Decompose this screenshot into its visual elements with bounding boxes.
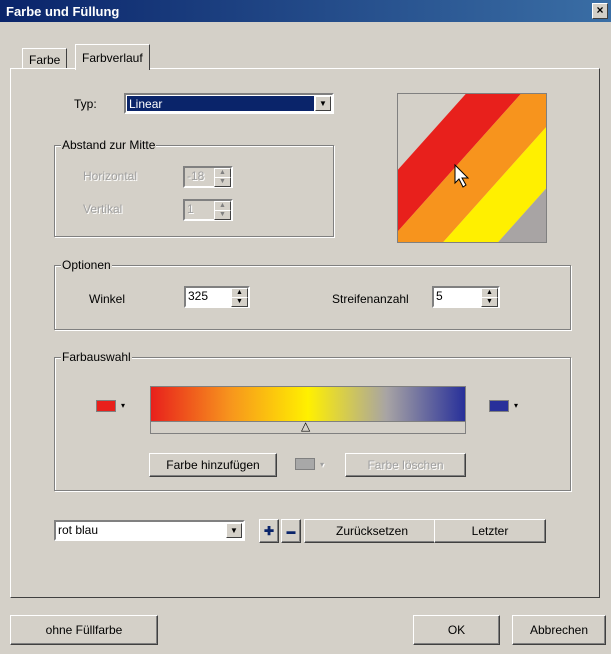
ok-button[interactable]: OK <box>413 615 500 645</box>
angle-value: 325 <box>188 289 209 303</box>
vertical-label: Vertikal <box>83 202 123 216</box>
horizontal-input[interactable]: -18 ▲ ▼ <box>183 166 233 188</box>
type-select-arrow-icon[interactable]: ▼ <box>315 96 331 111</box>
horizontal-value: -18 <box>187 169 205 183</box>
angle-spinner[interactable]: ▲ ▼ <box>231 288 248 307</box>
tab-panel-farbverlauf: Typ: Linear ▼ Abstand zur Mitte Horizont… <box>10 68 600 598</box>
tab-farbverlauf[interactable]: Farbverlauf <box>75 44 150 70</box>
stripes-input[interactable]: 5 ▲ ▼ <box>432 286 500 308</box>
stripes-value: 5 <box>436 289 443 303</box>
title-bar: Farbe und Füllung × <box>0 0 611 22</box>
close-button[interactable]: × <box>592 3 608 19</box>
preset-value: rot blau <box>58 523 99 537</box>
horizontal-spinner[interactable]: ▲ ▼ <box>214 168 231 187</box>
end-color-swatch[interactable] <box>489 400 509 412</box>
add-color-button[interactable]: Farbe hinzufügen <box>149 453 277 477</box>
gradient-marker-track[interactable]: △ <box>150 419 466 434</box>
add-preset-button[interactable]: ✚ <box>259 519 279 543</box>
stripes-label: Streifenanzahl <box>332 292 409 306</box>
horizontal-label: Horizontal <box>83 169 138 183</box>
color-selection-group-label: Farbauswahl <box>61 350 132 364</box>
type-select-value: Linear <box>129 97 163 111</box>
last-button[interactable]: Letzter <box>434 519 546 543</box>
tab-farbe[interactable]: Farbe <box>22 48 68 68</box>
gradient-preview <box>397 93 547 243</box>
vertical-spinner[interactable]: ▲ ▼ <box>214 201 231 220</box>
options-group-label: Optionen <box>61 258 112 272</box>
window-title: Farbe und Füllung <box>6 4 120 19</box>
gradient-marker-icon[interactable]: △ <box>301 419 310 433</box>
start-color-swatch[interactable] <box>96 400 116 412</box>
cancel-button[interactable]: Abbrechen <box>512 615 606 645</box>
vertical-value: 1 <box>187 202 194 216</box>
type-label: Typ: <box>74 97 97 111</box>
gradient-bar[interactable] <box>150 386 466 422</box>
start-color-dropdown-icon[interactable]: ▾ <box>121 401 125 410</box>
center-offset-group-label: Abstand zur Mitte <box>61 138 157 152</box>
spin-down-icon[interactable]: ▼ <box>214 177 231 187</box>
end-color-dropdown-icon[interactable]: ▾ <box>514 401 518 410</box>
color-selection-group: Farbauswahl ▾ △ ▾ Farbe hinzufügen ▾ Far… <box>54 350 571 491</box>
center-offset-group: Abstand zur Mitte Horizontal -18 ▲ ▼ Ver… <box>54 138 334 237</box>
remove-preset-button[interactable]: ▬ <box>281 519 301 543</box>
vertical-input[interactable]: 1 ▲ ▼ <box>183 199 233 221</box>
preset-select-arrow-icon[interactable]: ▼ <box>226 523 242 538</box>
preset-select[interactable]: rot blau ▼ <box>54 520 245 541</box>
options-group: Optionen Winkel 325 ▲ ▼ Streifenanzahl 5… <box>54 258 571 330</box>
spin-down-icon[interactable]: ▼ <box>231 297 248 307</box>
reset-button[interactable]: Zurücksetzen <box>304 519 440 543</box>
angle-label: Winkel <box>89 292 126 306</box>
no-fill-button[interactable]: ohne Füllfarbe <box>10 615 158 645</box>
spin-down-icon[interactable]: ▼ <box>481 297 498 307</box>
middle-color-dropdown-icon[interactable]: ▾ <box>320 460 324 469</box>
type-select[interactable]: Linear ▼ <box>124 93 334 114</box>
stripes-spinner[interactable]: ▲ ▼ <box>481 288 498 307</box>
type-select-highlight: Linear <box>127 96 314 111</box>
delete-color-button[interactable]: Farbe löschen <box>345 453 466 477</box>
spin-down-icon[interactable]: ▼ <box>214 210 231 220</box>
angle-input[interactable]: 325 ▲ ▼ <box>184 286 250 308</box>
middle-color-swatch[interactable] <box>295 458 315 470</box>
